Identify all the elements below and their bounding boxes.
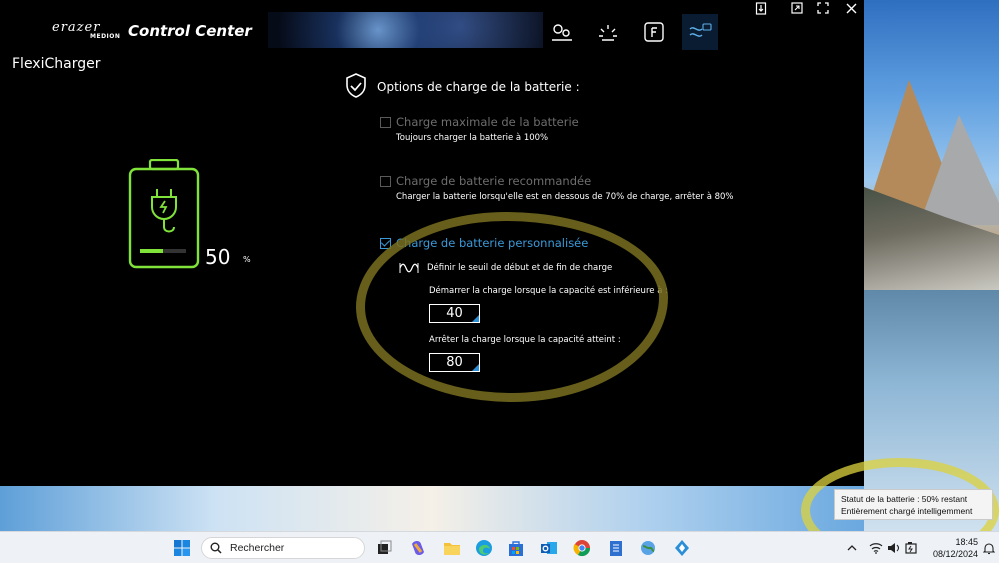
max-charge-label[interactable]: Charge maximale de la batterie xyxy=(396,115,579,129)
chevron-up-icon xyxy=(847,545,857,551)
nav-display-brightness[interactable] xyxy=(594,20,622,44)
battery-tray-icon xyxy=(905,542,917,554)
title-bar: erazer MEDION Control Center xyxy=(0,0,864,50)
performance-settings-icon xyxy=(552,24,572,41)
file-explorer-button[interactable] xyxy=(442,538,462,558)
close-button[interactable] xyxy=(838,0,864,16)
start-button[interactable] xyxy=(172,538,192,558)
tooltip-status-line: Statut de la batterie : 50% restant xyxy=(841,494,968,504)
search-placeholder: Rechercher xyxy=(230,542,285,554)
windows-logo-icon xyxy=(174,540,190,556)
battery-graphic xyxy=(128,158,200,269)
chrome-button[interactable] xyxy=(572,538,592,558)
desktop-wallpaper-strip xyxy=(0,486,864,531)
edge-browser-icon xyxy=(476,540,492,556)
battery-level-bar xyxy=(140,249,163,253)
recommended-charge-description: Charger la batterie lorsqu'elle est en d… xyxy=(396,192,734,202)
bell-icon xyxy=(983,542,995,554)
wifi-icon xyxy=(869,543,883,554)
logo-medion-text: MEDION xyxy=(90,33,121,40)
outlook-icon xyxy=(541,542,557,554)
custom-charge-label[interactable]: Charge de batterie personnalisée xyxy=(396,236,588,250)
pinned-app-button[interactable] xyxy=(672,538,692,558)
folder-icon xyxy=(444,543,460,555)
max-charge-checkbox[interactable] xyxy=(380,117,391,128)
start-charge-input[interactable]: 40 xyxy=(429,304,480,323)
app-title: Control Center xyxy=(128,22,252,40)
maximize-icon xyxy=(817,2,829,14)
copilot-button[interactable] xyxy=(408,538,428,558)
show-hidden-icons-button[interactable] xyxy=(842,538,862,558)
taskbar-search[interactable]: Rechercher xyxy=(201,537,365,559)
display-brightness-icon xyxy=(599,25,617,41)
nav-battery-charge[interactable] xyxy=(682,14,718,50)
threshold-title: Définir le seuil de début et de fin de c… xyxy=(427,263,613,273)
export-icon xyxy=(755,1,767,15)
title-banner-image xyxy=(268,12,543,48)
tooltip-charge-line: Entièrement chargé intelligemment xyxy=(841,506,973,516)
clock-date: 08/12/2024 xyxy=(932,549,978,559)
weather-app-button[interactable] xyxy=(638,538,658,558)
volume-button[interactable] xyxy=(884,538,904,558)
max-charge-description: Toujours charger la batterie à 100% xyxy=(396,133,549,143)
globe-app-icon xyxy=(641,541,655,555)
pinned-app-icon xyxy=(675,540,689,556)
chrome-icon xyxy=(573,540,591,557)
search-icon xyxy=(210,542,222,554)
task-view-button[interactable] xyxy=(374,538,394,558)
options-header: Options de charge de la batterie : xyxy=(377,80,580,94)
notepad-icon xyxy=(610,541,622,556)
stop-charge-input[interactable]: 80 xyxy=(429,353,480,372)
nav-performance-settings[interactable] xyxy=(548,20,576,44)
battery-tray-button[interactable] xyxy=(902,538,922,558)
battery-plug-icon xyxy=(128,158,200,269)
network-button[interactable] xyxy=(866,538,886,558)
shield-check-icon xyxy=(346,73,366,98)
copilot-icon xyxy=(412,541,424,555)
battery-status-tooltip: Statut de la batterie : 50% restant Enti… xyxy=(834,489,993,520)
maximize-button[interactable] xyxy=(810,0,836,16)
system-clock[interactable]: 18:45 08/12/2024 xyxy=(926,536,978,560)
function-key-icon xyxy=(644,22,664,42)
taskbar: Rechercher 18:45 08/12/2024 xyxy=(0,531,999,563)
stop-charge-label: Arrêter la charge lorsque la capacité at… xyxy=(429,335,621,345)
close-icon xyxy=(846,3,856,13)
clock-time: 18:45 xyxy=(955,537,978,547)
restore-icon xyxy=(791,2,803,14)
shield-badge xyxy=(345,73,367,99)
page-title: FlexiCharger xyxy=(12,56,101,72)
notifications-button[interactable] xyxy=(979,538,999,558)
nav-function-key[interactable] xyxy=(640,20,668,44)
speaker-icon xyxy=(888,543,900,553)
battery-percentage: 50 xyxy=(205,245,231,269)
control-center-window: erazer MEDION Control Center FlexiCharge… xyxy=(0,0,864,486)
task-view-icon xyxy=(378,540,392,554)
custom-charge-checkbox[interactable] xyxy=(380,238,391,249)
microsoft-store-icon xyxy=(509,541,523,556)
wallpaper-mountain xyxy=(919,115,999,225)
export-button[interactable] xyxy=(748,0,774,16)
recommended-charge-checkbox[interactable] xyxy=(380,176,391,187)
desktop-wallpaper xyxy=(864,0,999,531)
battery-charge-icon xyxy=(689,23,712,37)
store-button[interactable] xyxy=(506,538,526,558)
battery-percent-unit: % xyxy=(243,255,251,264)
threshold-wave-icon xyxy=(399,260,419,279)
erazer-medion-logo: erazer MEDION xyxy=(50,20,121,42)
restore-button[interactable] xyxy=(784,0,810,16)
edge-button[interactable] xyxy=(474,538,494,558)
outlook-button[interactable] xyxy=(539,538,559,558)
start-charge-label: Démarrer la charge lorsque la capacité e… xyxy=(429,286,668,296)
notepad-button[interactable] xyxy=(606,538,626,558)
recommended-charge-label[interactable]: Charge de batterie recommandée xyxy=(396,174,591,188)
